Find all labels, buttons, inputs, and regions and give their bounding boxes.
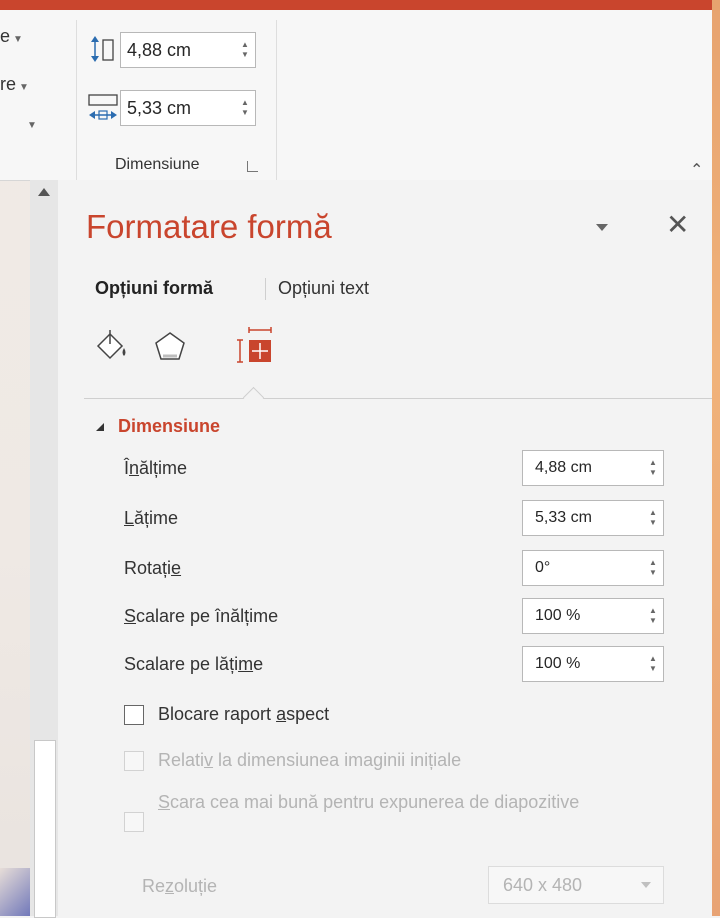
width-spinner[interactable]: ▲ ▼ <box>643 508 663 528</box>
dialog-launcher-icon[interactable] <box>247 161 258 172</box>
vertical-scrollbar[interactable] <box>30 180 59 918</box>
height-input[interactable]: 4,88 cm ▲ ▼ <box>522 450 664 486</box>
ribbon-height-spinner[interactable]: ▲ ▼ <box>235 40 255 60</box>
rotation-input[interactable]: 0° ▲ ▼ <box>522 550 664 586</box>
rotation-label: Rotație <box>124 558 182 578</box>
collapse-ribbon-icon[interactable]: ⌃ <box>690 160 703 180</box>
rotation-spinner[interactable]: ▲ ▼ <box>643 558 663 578</box>
lock-aspect-row[interactable]: Blocare raport aspect <box>124 704 329 725</box>
width-row: Lățime 5,33 cm ▲ ▼ <box>124 500 664 536</box>
spin-down-icon[interactable]: ▼ <box>649 518 657 528</box>
ribbon-width-value: 5,33 cm <box>127 97 192 118</box>
scale-height-value: 100 % <box>535 607 581 624</box>
category-divider <box>84 398 712 399</box>
scale-width-label: Scalare pe lățime <box>124 654 264 674</box>
width-input[interactable]: 5,33 cm ▲ ▼ <box>522 500 664 536</box>
best-scale-row: Scara cea mai bună pentru expunerea de d… <box>124 788 618 832</box>
width-value: 5,33 cm <box>535 509 592 526</box>
tab-shape-options[interactable]: Opțiuni formă <box>95 278 213 299</box>
scale-height-input[interactable]: 100 % ▲ ▼ <box>522 598 664 634</box>
shape-width-icon <box>86 91 120 125</box>
scale-width-spinner[interactable]: ▲ ▼ <box>643 654 663 674</box>
pane-options-dropdown-icon[interactable] <box>596 224 608 231</box>
spin-up-icon[interactable]: ▲ <box>649 508 657 518</box>
spin-down-icon[interactable]: ▼ <box>649 568 657 578</box>
tab-text-options[interactable]: Opțiuni text <box>278 278 369 299</box>
spin-up-icon[interactable]: ▲ <box>649 558 657 568</box>
spin-up-icon[interactable]: ▲ <box>649 654 657 664</box>
ribbon-width-input[interactable]: 5,33 cm ▲ ▼ <box>120 90 256 126</box>
spin-down-icon[interactable]: ▼ <box>649 468 657 478</box>
spin-up-icon[interactable]: ▲ <box>649 606 657 616</box>
scale-width-value: 100 % <box>535 655 581 672</box>
scale-width-input[interactable]: 100 % ▲ ▼ <box>522 646 664 682</box>
format-shape-pane: Formatare formă ✕ Opțiuni formă Opțiuni … <box>58 180 712 916</box>
ribbon-group-label: Dimensiune <box>115 156 200 173</box>
spin-down-icon[interactable]: ▼ <box>649 664 657 674</box>
spin-up-icon[interactable]: ▲ <box>649 458 657 468</box>
slide-background-corner <box>0 868 34 916</box>
relative-size-checkbox <box>124 750 144 771</box>
section-dimension-header[interactable]: Dimensiune <box>96 416 220 437</box>
shape-height-icon <box>86 33 120 67</box>
width-label: Lățime <box>124 508 179 528</box>
height-label: Înălțime <box>124 458 188 478</box>
ribbon: e ▼ re ▼ ▼ 4,88 cm ▲ ▼ 5,33 cm ▲ ▼ Dimen… <box>0 10 712 181</box>
scale-height-label: Scalare pe înălțime <box>124 606 279 626</box>
chevron-down-icon: ▼ <box>19 82 29 93</box>
rotation-row: Rotație 0° ▲ ▼ <box>124 550 664 586</box>
ribbon-cut-item-3[interactable]: ▼ <box>24 112 37 133</box>
ribbon-height-row: 4,88 cm ▲ ▼ <box>86 32 256 68</box>
best-scale-checkbox <box>124 812 144 832</box>
close-icon[interactable]: ✕ <box>666 208 689 241</box>
ribbon-height-value: 4,88 cm <box>127 39 192 60</box>
slide-background-right <box>712 0 720 916</box>
spin-up-icon[interactable]: ▲ <box>241 40 249 50</box>
ribbon-cut-item-2[interactable]: re ▼ <box>0 74 29 95</box>
ribbon-height-input[interactable]: 4,88 cm ▲ ▼ <box>120 32 256 68</box>
chevron-down-icon <box>641 882 651 888</box>
scrollbar-thumb[interactable] <box>34 740 56 918</box>
height-row: Înălțime 4,88 cm ▲ ▼ <box>124 450 664 486</box>
chevron-down-icon: ▼ <box>27 120 37 131</box>
spin-up-icon[interactable]: ▲ <box>241 98 249 108</box>
collapse-triangle-icon <box>96 422 104 431</box>
height-value: 4,88 cm <box>535 459 592 476</box>
resolution-label: Rezoluție <box>142 876 218 896</box>
ribbon-group-divider <box>76 20 77 180</box>
size-properties-icon[interactable] <box>234 326 274 371</box>
scale-width-row: Scalare pe lățime 100 % ▲ ▼ <box>124 646 664 682</box>
selected-category-pointer <box>242 386 265 409</box>
spin-down-icon[interactable]: ▼ <box>241 108 249 118</box>
chevron-down-icon: ▼ <box>13 34 23 45</box>
resolution-value: 640 x 480 <box>503 874 583 895</box>
ribbon-cut-item-1[interactable]: e ▼ <box>0 26 23 47</box>
tab-divider <box>265 278 266 300</box>
section-title: Dimensiune <box>118 416 221 436</box>
relative-size-row: Relativ la dimensiunea imaginii inițiale <box>124 750 461 771</box>
fill-line-icon[interactable] <box>94 328 134 369</box>
pane-title: Formatare formă <box>86 208 332 245</box>
spin-down-icon[interactable]: ▼ <box>241 50 249 60</box>
lock-aspect-label: Blocare raport aspect <box>158 704 330 724</box>
scale-height-spinner[interactable]: ▲ ▼ <box>643 606 663 626</box>
best-scale-label: Scara cea mai bună pentru expunerea de d… <box>158 792 580 812</box>
resolution-select: 640 x 480 <box>488 866 664 904</box>
ribbon-width-row: 5,33 cm ▲ ▼ <box>86 90 256 126</box>
ribbon-cut-item-2-label: re <box>0 74 17 94</box>
ribbon-width-spinner[interactable]: ▲ ▼ <box>235 98 255 118</box>
ribbon-group-divider <box>276 20 277 180</box>
relative-size-label: Relativ la dimensiunea imaginii inițiale <box>158 750 462 770</box>
spin-down-icon[interactable]: ▼ <box>649 616 657 626</box>
height-spinner[interactable]: ▲ ▼ <box>643 458 663 478</box>
scroll-up-icon[interactable] <box>38 188 50 196</box>
lock-aspect-checkbox[interactable] <box>124 704 144 725</box>
effects-pentagon-icon[interactable] <box>152 330 188 369</box>
title-bar-strip <box>0 0 712 10</box>
ribbon-cut-item-1-label: e <box>0 26 11 46</box>
scale-height-row: Scalare pe înălțime 100 % ▲ ▼ <box>124 598 664 634</box>
rotation-value: 0° <box>535 559 551 576</box>
